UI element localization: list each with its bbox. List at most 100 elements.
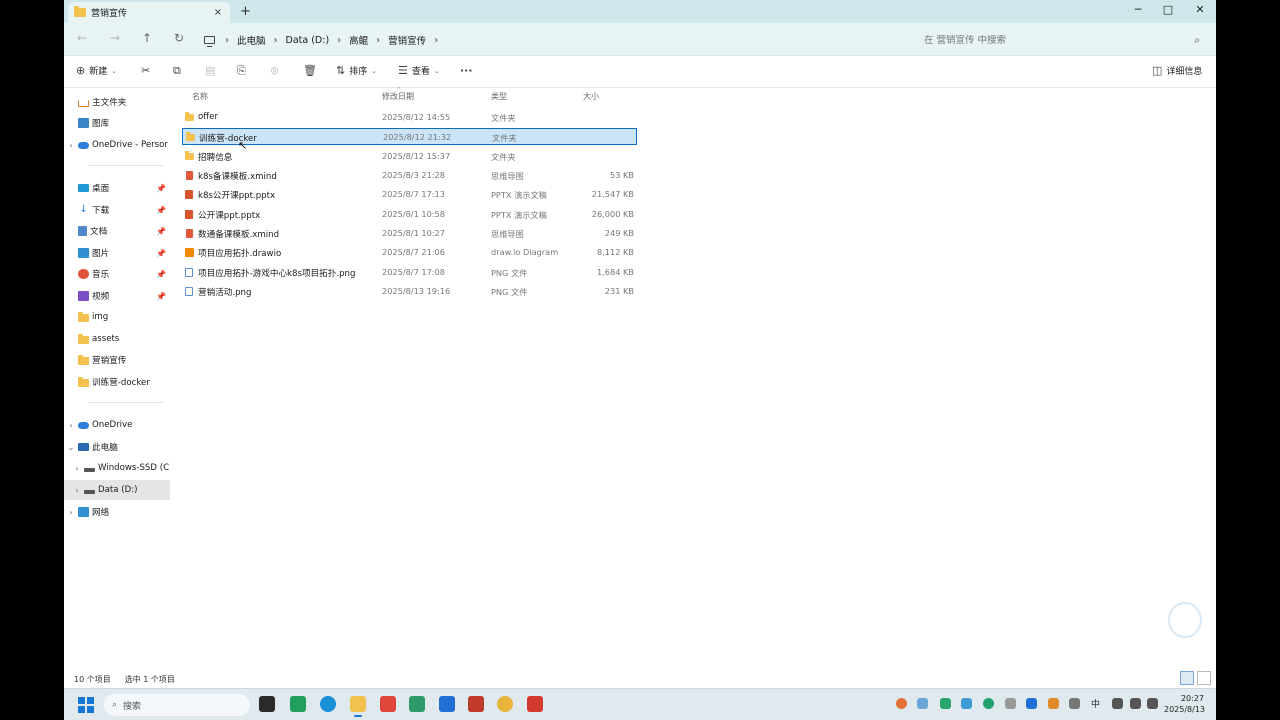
maximize-button[interactable]: □	[1158, 3, 1178, 16]
pin-icon[interactable]: 📌	[156, 184, 166, 193]
minimize-button[interactable]: ─	[1128, 3, 1148, 16]
new-tab-button[interactable]: +	[240, 4, 251, 19]
breadcrumb-item[interactable]: 营销宣传	[388, 33, 426, 47]
chevron-right-icon[interactable]: ›	[434, 35, 438, 46]
column-header-name[interactable]: 名称	[192, 91, 208, 105]
app-icon[interactable]	[409, 696, 425, 712]
column-header-date[interactable]: 修改日期	[382, 91, 414, 105]
sidebar-item-training-docker[interactable]: 训练营-docker	[64, 372, 170, 392]
pin-icon[interactable]: 📌	[156, 227, 166, 236]
paste-button[interactable]: ▤	[205, 64, 215, 77]
tray-app-icon[interactable]	[940, 698, 951, 709]
up-button[interactable]: ↑	[139, 31, 155, 45]
chevron-right-icon[interactable]: ›	[70, 486, 84, 495]
file-row[interactable]: 项目应用拓扑-游戏中心k8s项目拓扑.png 2025/8/7 17:08 PN…	[182, 264, 637, 281]
wechat-icon[interactable]	[290, 696, 306, 712]
input-method-indicator[interactable]: 中	[1091, 697, 1100, 710]
copy-button[interactable]: ⧉	[173, 64, 181, 78]
sidebar-item-videos[interactable]: 视频 📌	[64, 286, 170, 306]
column-header-size[interactable]: 大小	[583, 91, 599, 105]
file-row[interactable]: 数通备课模板.xmind 2025/8/1 10:27 思维导图 249 KB	[182, 225, 637, 242]
sidebar-item-assets[interactable]: assets	[64, 329, 170, 349]
details-pane-button[interactable]: ◫ 详细信息	[1152, 64, 1202, 77]
pin-icon[interactable]: 📌	[156, 270, 166, 279]
refresh-button[interactable]: ↻	[171, 31, 187, 45]
delete-button[interactable]: 🗑	[303, 64, 317, 77]
search-box[interactable]: ⌕	[916, 29, 1208, 51]
rename-button[interactable]: ⎘	[237, 64, 246, 78]
taskbar-search[interactable]: ⌕ 搜索	[104, 694, 250, 716]
tab-active[interactable]: 营销宣传 ×	[68, 2, 230, 23]
tray-app-icon[interactable]	[983, 698, 994, 709]
search-input[interactable]	[924, 34, 1195, 46]
file-row[interactable]: k8s备课模板.xmind 2025/8/3 21:28 思维导图 53 KB	[182, 167, 637, 184]
start-button[interactable]	[78, 697, 94, 713]
chevron-right-icon[interactable]: ›	[64, 141, 78, 150]
close-button[interactable]: ✕	[1190, 3, 1210, 16]
sidebar-item-documents[interactable]: 文档 📌	[64, 221, 170, 241]
chevron-right-icon[interactable]: ›	[64, 508, 78, 517]
tray-app-icon[interactable]	[961, 698, 972, 709]
file-row[interactable]: 招聘信息 2025/8/12 15:37 文件夹	[182, 148, 637, 165]
details-view-button[interactable]	[1180, 671, 1194, 685]
app-icon[interactable]	[439, 696, 455, 712]
sidebar-item-downloads[interactable]: ↓ 下载 📌	[64, 200, 170, 220]
chevron-right-icon[interactable]: ›	[70, 464, 84, 473]
sidebar-item-data-d[interactable]: › Data (D:)	[64, 480, 170, 500]
tray-app-icon[interactable]	[1048, 698, 1059, 709]
tray-app-icon[interactable]	[896, 698, 907, 709]
share-button[interactable]: ⊚	[270, 64, 279, 77]
pin-icon[interactable]: 📌	[156, 206, 166, 215]
file-row[interactable]: 项目应用拓扑.drawio 2025/8/7 21:06 draw.io Dia…	[182, 244, 637, 261]
pin-icon[interactable]: 📌	[156, 249, 166, 258]
file-row[interactable]: 公开课ppt.pptx 2025/8/1 10:58 PPTX 演示文稿 26,…	[182, 206, 637, 223]
chrome-browser-icon[interactable]	[497, 696, 513, 712]
sidebar-item-marketing[interactable]: 营销宣传	[64, 350, 170, 370]
sidebar-item-onedrive[interactable]: › OneDrive	[64, 415, 170, 435]
app-icon[interactable]	[527, 696, 543, 712]
wifi-icon[interactable]	[1112, 698, 1123, 709]
back-button[interactable]: ←	[74, 31, 90, 45]
tiles-view-button[interactable]	[1197, 671, 1211, 685]
sidebar-item-img[interactable]: img	[64, 307, 170, 327]
breadcrumb[interactable]: › 此电脑 › Data (D:) › 高鲲 › 营销宣传 ›	[204, 30, 438, 50]
sidebar-item-onedrive-personal[interactable]: › OneDrive - Persor	[64, 135, 170, 155]
column-header-type[interactable]: 类型	[491, 91, 507, 105]
new-button[interactable]: ⊕ 新建 ⌄	[76, 64, 117, 77]
task-view-icon[interactable]	[259, 696, 275, 712]
wps-icon[interactable]	[380, 696, 396, 712]
tray-app-icon[interactable]	[917, 698, 928, 709]
sidebar-item-gallery[interactable]: 图库	[64, 113, 170, 133]
breadcrumb-item[interactable]: 此电脑	[237, 33, 266, 47]
volume-icon[interactable]	[1130, 698, 1141, 709]
cut-button[interactable]: ✂	[141, 64, 150, 77]
view-button[interactable]: ☰ 查看 ⌄	[398, 64, 440, 77]
tab-close-button[interactable]: ×	[212, 7, 224, 18]
bluetooth-icon[interactable]	[1026, 698, 1037, 709]
chevron-down-icon[interactable]: ⌄	[64, 443, 78, 452]
sidebar-item-home[interactable]: 主文件夹	[64, 92, 170, 112]
file-row[interactable]: offer 2025/8/12 14:55 文件夹	[182, 109, 637, 126]
sort-button[interactable]: ⇅ 排序 ⌄	[336, 64, 377, 77]
forward-button[interactable]: →	[107, 31, 123, 45]
sidebar-item-pictures[interactable]: 图片 📌	[64, 243, 170, 263]
sidebar-item-desktop[interactable]: 桌面 📌	[64, 178, 170, 198]
breadcrumb-item[interactable]: Data (D:)	[286, 35, 330, 46]
chevron-right-icon[interactable]: ›	[64, 421, 78, 430]
system-clock[interactable]: 20:27 2025/8/13	[1164, 693, 1205, 715]
sidebar-item-this-pc[interactable]: ⌄ 此电脑	[64, 437, 170, 457]
pin-icon[interactable]: 📌	[156, 292, 166, 301]
file-row[interactable]: 营销活动.png 2025/8/13 19:16 PNG 文件 231 KB	[182, 283, 637, 300]
microphone-icon[interactable]	[1069, 698, 1080, 709]
sidebar-item-music[interactable]: 音乐 📌	[64, 264, 170, 284]
assistant-mascot-icon[interactable]	[1168, 602, 1202, 638]
sidebar-item-windows-ssd[interactable]: › Windows-SSD (C	[64, 458, 170, 478]
app-icon[interactable]	[468, 696, 484, 712]
file-explorer-icon[interactable]	[350, 696, 366, 717]
sidebar-item-network[interactable]: › 网络	[64, 502, 170, 522]
battery-icon[interactable]	[1147, 698, 1158, 709]
edge-browser-icon[interactable]	[320, 696, 336, 712]
more-options-button[interactable]: ···	[460, 64, 473, 77]
file-row[interactable]: k8s公开课ppt.pptx 2025/8/7 17:13 PPTX 演示文稿 …	[182, 186, 637, 203]
tray-app-icon[interactable]	[1005, 698, 1016, 709]
